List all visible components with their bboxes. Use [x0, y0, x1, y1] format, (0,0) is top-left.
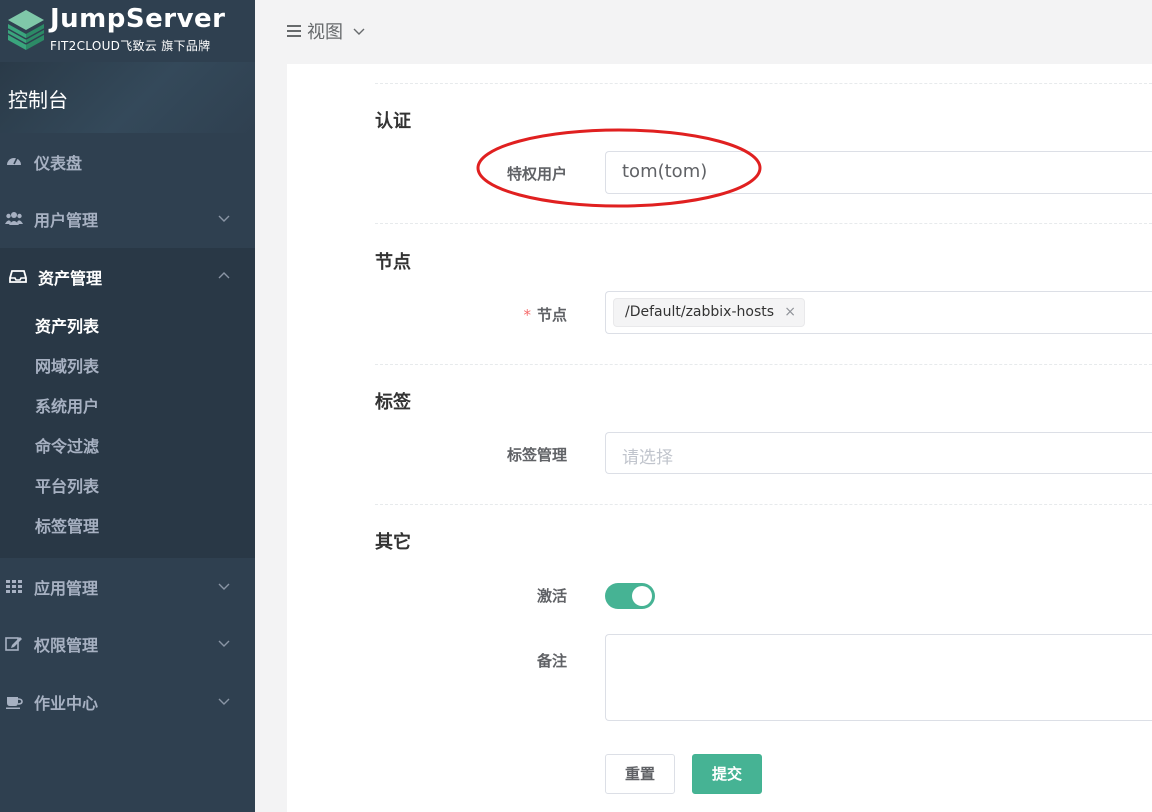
- label-mgmt-label: 标签管理: [506, 446, 567, 464]
- console-label: 控制台: [8, 88, 68, 112]
- divider: [375, 504, 1152, 505]
- chevron-down-icon: [218, 640, 230, 647]
- view-menu[interactable]: 视图: [287, 18, 365, 44]
- sidebar-item-users[interactable]: 用户管理: [0, 190, 255, 247]
- asset-submenu: 资产列表 网域列表 系统用户 命令过滤 平台列表 标签管理: [0, 305, 255, 558]
- section-title-labels: 标签: [375, 392, 411, 413]
- sidebar-item-label: 作业中心: [34, 694, 99, 713]
- submenu-item-label-mgmt[interactable]: 标签管理: [35, 513, 99, 537]
- label-select[interactable]: 请选择: [605, 432, 1152, 474]
- active-label: 激活: [536, 587, 567, 605]
- submit-button[interactable]: 提交: [692, 754, 762, 794]
- comment-label: 备注: [536, 652, 567, 670]
- submenu-item-domain-list[interactable]: 网域列表: [35, 353, 99, 377]
- reset-button[interactable]: 重置: [605, 754, 675, 794]
- divider: [375, 83, 1152, 84]
- sidebar-item-job-center[interactable]: 作业中心: [0, 673, 255, 730]
- sidebar-item-label: 应用管理: [34, 579, 99, 598]
- coffee-icon: [6, 697, 23, 709]
- sidebar-item-permissions[interactable]: 权限管理: [0, 615, 255, 672]
- view-menu-label: 视图: [307, 22, 343, 43]
- console-header: 控制台: [0, 62, 255, 133]
- chevron-down-icon: [218, 583, 230, 590]
- chevron-down-icon: [353, 28, 365, 35]
- asset-form-panel: 认证 特权用户 tom(tom) 节点 * 节点 /Default/zabbix-…: [287, 64, 1152, 812]
- node-label: * 节点: [427, 304, 567, 325]
- sidebar-item-applications[interactable]: 应用管理: [0, 558, 255, 615]
- section-title-other: 其它: [375, 532, 411, 553]
- toggle-knob: [632, 586, 652, 606]
- chevron-down-icon: [218, 215, 230, 222]
- annotation-circle: [476, 128, 762, 208]
- submenu-item-platform-list[interactable]: 平台列表: [35, 473, 99, 497]
- brand-name: JumpServer: [50, 4, 226, 34]
- sidebar-item-assets[interactable]: 资产管理: [0, 248, 255, 305]
- label-select-placeholder: 请选择: [622, 448, 673, 468]
- logo[interactable]: JumpServer FIT2CLOUD飞致云 旗下品牌: [0, 0, 255, 62]
- active-toggle[interactable]: [605, 583, 655, 609]
- section-title-nodes: 节点: [375, 252, 411, 273]
- grid-icon: [6, 580, 22, 593]
- tag-close-icon[interactable]: ×: [784, 299, 796, 326]
- jumpserver-logo-icon: [7, 10, 45, 50]
- submenu-item-asset-list[interactable]: 资产列表: [35, 313, 99, 337]
- chevron-up-icon: [218, 272, 230, 279]
- comment-textarea[interactable]: [605, 634, 1152, 721]
- node-select[interactable]: /Default/zabbix-hosts ×: [605, 291, 1152, 334]
- required-mark: *: [523, 306, 531, 324]
- submenu-item-system-users[interactable]: 系统用户: [35, 393, 99, 417]
- users-icon: [5, 212, 23, 225]
- section-title-auth: 认证: [375, 111, 411, 132]
- sidebar-item-label: 权限管理: [34, 636, 99, 655]
- inbox-icon: [9, 270, 27, 283]
- node-label-text: 节点: [536, 306, 567, 324]
- sidebar-item-label: 资产管理: [38, 269, 103, 288]
- sidebar-item-label: 用户管理: [34, 211, 99, 230]
- brand-tagline: FIT2CLOUD飞致云 旗下品牌: [50, 39, 211, 53]
- sidebar-item-label: 仪表盘: [34, 154, 83, 173]
- node-tag: /Default/zabbix-hosts ×: [613, 298, 806, 327]
- divider: [375, 364, 1152, 365]
- menu-icon: [287, 25, 301, 37]
- divider: [375, 223, 1152, 224]
- dashboard-icon: [7, 157, 21, 165]
- submenu-item-command-filter[interactable]: 命令过滤: [35, 433, 99, 457]
- sidebar-item-dashboard[interactable]: 仪表盘: [0, 133, 255, 190]
- top-bar: 视图: [255, 0, 1152, 62]
- chevron-down-icon: [218, 698, 230, 705]
- sidebar: JumpServer FIT2CLOUD飞致云 旗下品牌 控制台 仪表盘 用户管…: [0, 0, 255, 812]
- node-tag-text: /Default/zabbix-hosts: [625, 304, 775, 320]
- edit-icon: [5, 637, 22, 651]
